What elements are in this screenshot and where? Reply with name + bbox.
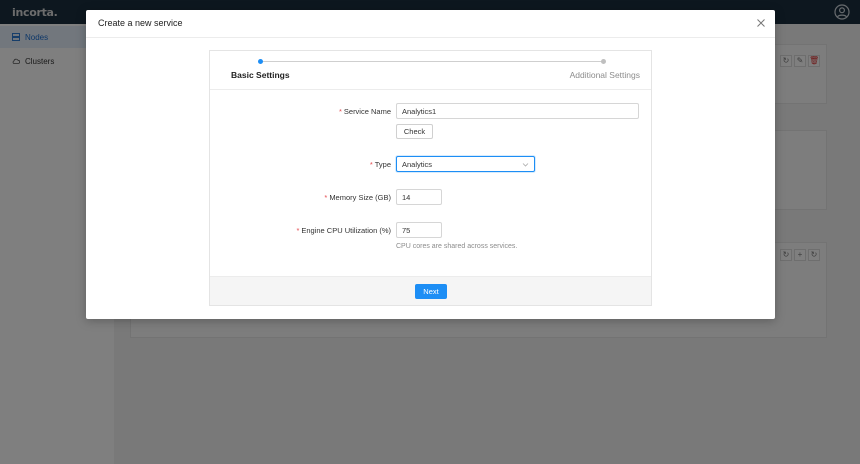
wizard-footer: Next [210, 276, 651, 305]
check-button[interactable]: Check [396, 124, 433, 139]
required-marker: * [324, 193, 328, 202]
create-service-modal: Create a new service Basic Settings Addi… [86, 10, 775, 319]
step-indicator-current [258, 59, 263, 64]
cpu-utilization-label: * Engine CPU Utilization (%) [296, 226, 391, 235]
cpu-help-text: CPU cores are shared across services. [396, 243, 518, 250]
service-name-label: * Service Name [338, 107, 391, 116]
memory-size-input[interactable] [396, 189, 442, 205]
step-basic-settings[interactable]: Basic Settings [231, 70, 290, 80]
close-icon[interactable] [756, 18, 766, 28]
step-additional-settings[interactable]: Additional Settings [570, 70, 640, 80]
step-connector [261, 61, 604, 62]
required-marker: * [338, 107, 342, 116]
cpu-utilization-input[interactable] [396, 222, 442, 238]
service-name-input[interactable] [396, 103, 639, 119]
modal-header: Create a new service [86, 10, 775, 38]
type-select-value: Analytics [402, 160, 433, 169]
wizard-steps: Basic Settings Additional Settings [210, 51, 651, 90]
type-select[interactable]: Analytics [396, 156, 535, 172]
memory-size-label: * Memory Size (GB) [324, 193, 391, 202]
modal-title: Create a new service [98, 18, 183, 28]
chevron-down-icon [522, 163, 529, 167]
wizard-panel: Basic Settings Additional Settings * Serv… [209, 50, 652, 306]
required-marker: * [369, 160, 373, 169]
step-indicator-pending [601, 59, 606, 64]
next-button[interactable]: Next [415, 284, 447, 299]
required-marker: * [296, 226, 300, 235]
type-label: * Type [369, 160, 391, 169]
